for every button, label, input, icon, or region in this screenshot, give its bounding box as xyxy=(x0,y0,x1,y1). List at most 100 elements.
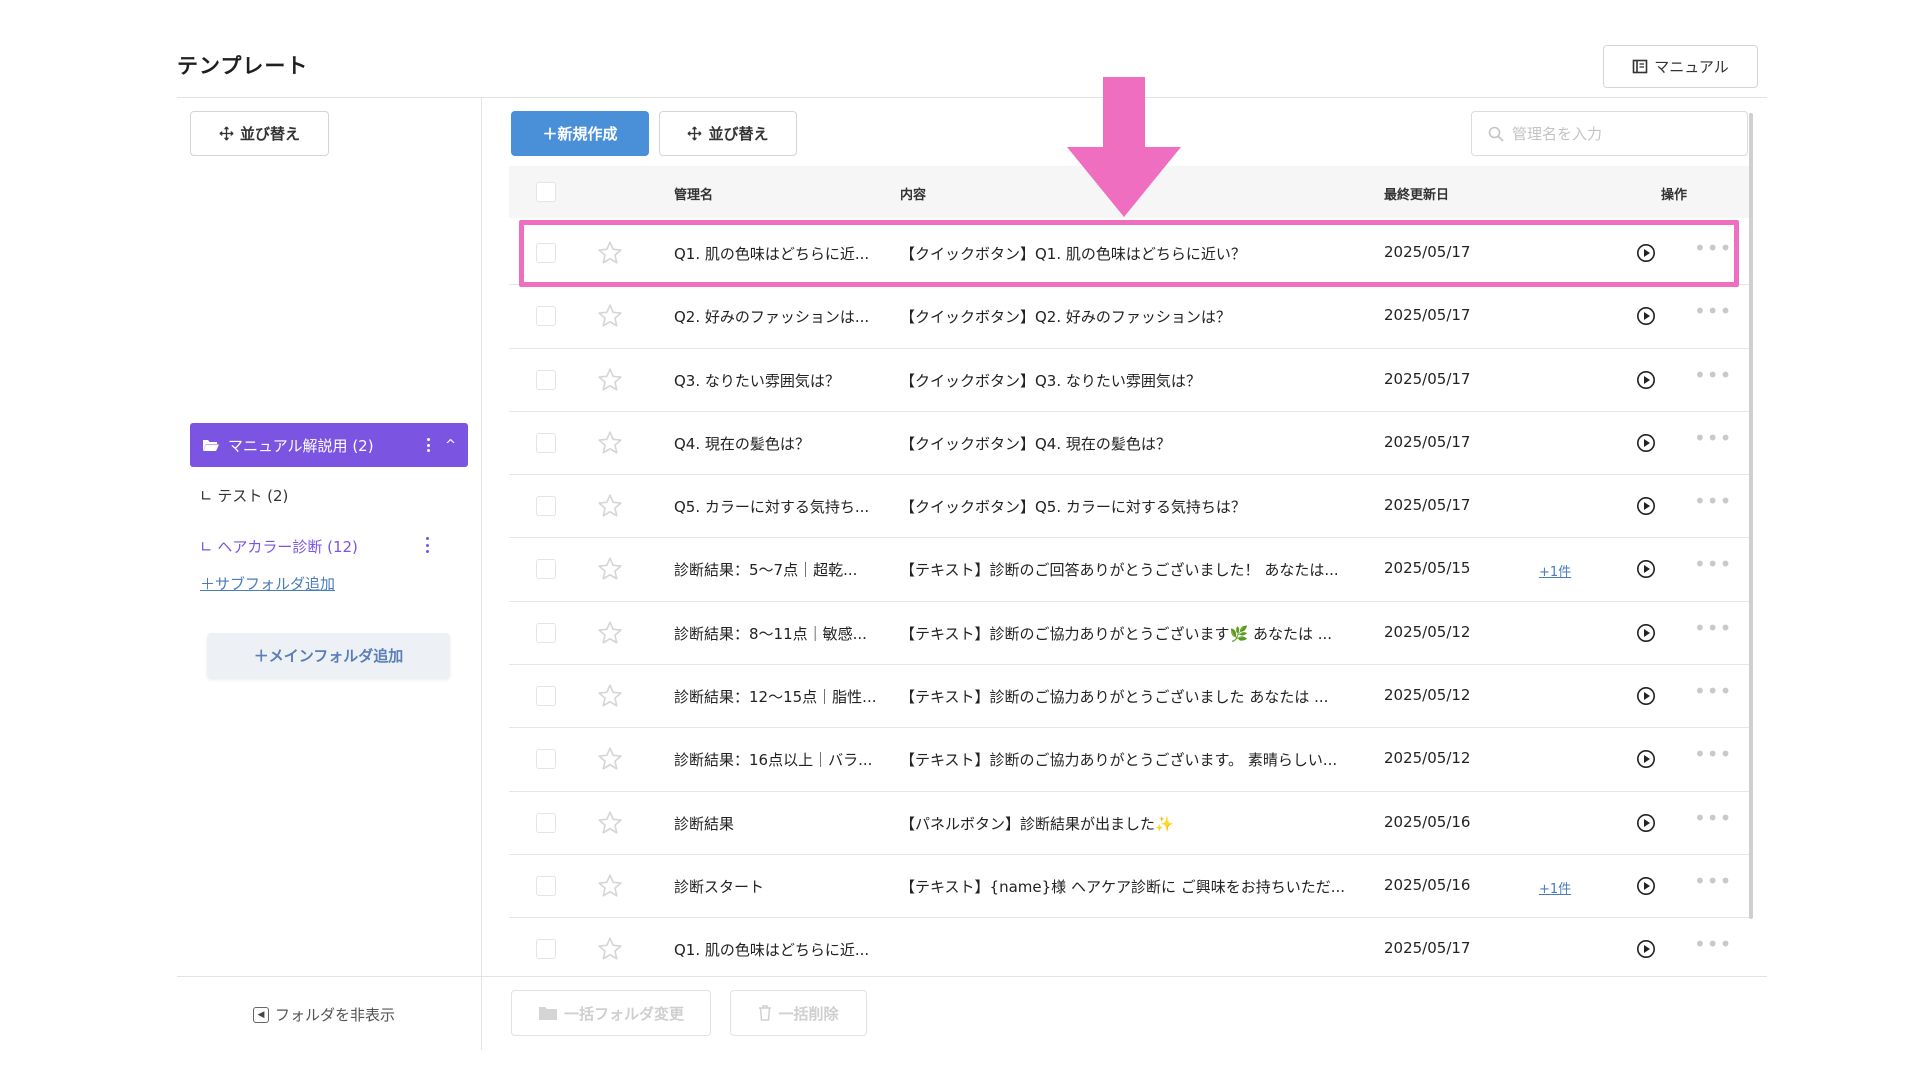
star-icon[interactable] xyxy=(597,556,623,582)
star-icon[interactable] xyxy=(597,430,623,456)
book-icon xyxy=(1632,59,1648,74)
row-date: 2025/05/12 xyxy=(1384,686,1471,705)
hide-folder-button[interactable]: ◀ フォルダを非表示 xyxy=(253,1004,395,1025)
row-checkbox[interactable] xyxy=(536,622,556,643)
table-row[interactable]: Q3. なりたい雰囲気は？ 【クイックボタン】Q3. なりたい雰囲気は？ 2025/… xyxy=(509,349,1749,412)
row-name: 診断結果：16点以上｜バラ... xyxy=(674,751,873,770)
star-icon[interactable] xyxy=(597,493,623,519)
star-icon[interactable] xyxy=(597,303,623,329)
search-icon xyxy=(1488,126,1504,142)
star-icon[interactable] xyxy=(597,620,623,646)
star-icon[interactable] xyxy=(597,873,623,899)
header-name[interactable]: 管理名 xyxy=(674,184,713,203)
more-icon[interactable]: ••• xyxy=(1694,489,1732,513)
more-icon[interactable]: ••• xyxy=(1694,679,1732,703)
play-circle-icon[interactable] xyxy=(1636,939,1656,959)
folder-manual-guide[interactable]: マニュアル解説用 (2) ^ xyxy=(190,423,468,467)
star-icon[interactable] xyxy=(597,240,623,266)
table-row[interactable]: 診断結果：12〜15点｜脂性... 【テキスト】診断のご協力ありがとうございました… xyxy=(509,665,1749,729)
subfolder-hair-color[interactable]: ∟ ヘアカラー診断 (12) xyxy=(200,536,358,557)
row-extra-link[interactable]: +1件 xyxy=(1539,561,1571,580)
star-icon[interactable] xyxy=(597,367,623,393)
row-checkbox[interactable] xyxy=(536,812,556,833)
move-icon xyxy=(219,126,234,141)
row-extra-link[interactable]: +1件 xyxy=(1539,878,1571,897)
select-all-checkbox[interactable] xyxy=(536,182,556,202)
search-input[interactable] xyxy=(1512,124,1732,143)
play-circle-icon[interactable] xyxy=(1636,433,1656,453)
more-icon[interactable]: ••• xyxy=(1694,806,1732,830)
bulk-folder-change-button[interactable]: 一括フォルダ変更 xyxy=(511,990,711,1036)
row-checkbox[interactable] xyxy=(536,243,556,263)
more-icon[interactable]: ••• xyxy=(1694,552,1732,576)
row-checkbox[interactable] xyxy=(536,306,556,327)
table-row[interactable]: 診断結果：16点以上｜バラ... 【テキスト】診断のご協力ありがとうございます。 … xyxy=(509,728,1749,792)
row-content: 【クイックボタン】Q3. なりたい雰囲気は？ xyxy=(900,371,1201,390)
new-template-button[interactable]: ＋新規作成 xyxy=(511,111,649,156)
table-row[interactable]: 診断結果：5〜7点｜超乾... 【テキスト】診断のご回答ありがとうございました！ … xyxy=(509,538,1749,602)
star-icon[interactable] xyxy=(597,936,623,962)
sidebar-divider xyxy=(481,97,482,1050)
template-sort-label: 並び替え xyxy=(708,125,769,143)
play-circle-icon[interactable] xyxy=(1636,686,1656,706)
row-date: 2025/05/16 xyxy=(1384,812,1471,831)
row-checkbox[interactable] xyxy=(536,875,556,896)
bulk-delete-label: 一括削除 xyxy=(778,1004,839,1023)
bulk-delete-button[interactable]: 一括削除 xyxy=(730,990,867,1036)
sidebar-sort-button[interactable]: 並び替え xyxy=(190,111,329,156)
row-checkbox[interactable] xyxy=(536,496,556,517)
table-row[interactable]: Q1. 肌の色味はどちらに近... 2025/05/17 ••• xyxy=(509,918,1749,981)
subfolder-menu-icon[interactable] xyxy=(424,536,430,554)
star-icon[interactable] xyxy=(597,683,623,709)
play-circle-icon[interactable] xyxy=(1636,559,1656,579)
more-icon[interactable]: ••• xyxy=(1694,869,1732,893)
table-scrollbar[interactable] xyxy=(1749,113,1753,919)
search-box[interactable] xyxy=(1471,111,1748,156)
folder-menu-icon[interactable] xyxy=(423,436,433,454)
row-checkbox[interactable] xyxy=(536,432,556,453)
more-icon[interactable]: ••• xyxy=(1694,742,1732,766)
more-icon[interactable]: ••• xyxy=(1694,236,1732,260)
table-row[interactable]: Q2. 好みのファッションは... 【クイックボタン】Q2. 好みのファッションは… xyxy=(509,285,1749,349)
more-icon[interactable]: ••• xyxy=(1694,616,1732,640)
row-content: 【テキスト】診断のご協力ありがとうございます。 素晴らしい... xyxy=(900,751,1338,770)
row-date: 2025/05/15 xyxy=(1384,559,1471,578)
template-sort-button[interactable]: 並び替え xyxy=(659,111,797,156)
row-checkbox[interactable] xyxy=(536,686,556,707)
add-subfolder-link[interactable]: ＋サブフォルダ追加 xyxy=(200,573,335,594)
row-date: 2025/05/17 xyxy=(1384,939,1471,958)
more-icon[interactable]: ••• xyxy=(1694,426,1732,450)
row-name: 診断結果：8〜11点｜敏感... xyxy=(674,624,867,643)
header-updated[interactable]: 最終更新日 xyxy=(1384,184,1449,203)
more-icon[interactable]: ••• xyxy=(1694,932,1732,956)
table-row[interactable]: Q1. 肌の色味はどちらに近... 【クイックボタン】Q1. 肌の色味はどちらに近… xyxy=(509,222,1749,286)
star-icon[interactable] xyxy=(597,746,623,772)
table-row[interactable]: 診断結果：8〜11点｜敏感... 【テキスト】診断のご協力ありがとうございます🌿 … xyxy=(509,602,1749,666)
row-checkbox[interactable] xyxy=(536,369,556,390)
play-circle-icon[interactable] xyxy=(1636,243,1656,263)
play-circle-icon[interactable] xyxy=(1636,876,1656,896)
table-row[interactable]: Q5. カラーに対する気持ち... 【クイックボタン】Q5. カラーに対する気持ち… xyxy=(509,475,1749,539)
add-main-folder-button[interactable]: ＋メインフォルダ追加 xyxy=(207,633,450,678)
play-circle-icon[interactable] xyxy=(1636,749,1656,769)
play-circle-icon[interactable] xyxy=(1636,370,1656,390)
more-icon[interactable]: ••• xyxy=(1694,363,1732,387)
row-date: 2025/05/17 xyxy=(1384,496,1471,515)
manual-button[interactable]: マニュアル xyxy=(1603,45,1758,88)
more-icon[interactable]: ••• xyxy=(1694,299,1732,323)
row-content: 【クイックボタン】Q5. カラーに対する気持ちは？ xyxy=(900,498,1246,517)
subfolder-test[interactable]: ∟ テスト (2) xyxy=(200,485,288,506)
table-row[interactable]: 診断結果 【パネルボタン】診断結果が出ました✨ 2025/05/16 ••• xyxy=(509,792,1749,855)
row-checkbox[interactable] xyxy=(536,939,556,960)
play-circle-icon[interactable] xyxy=(1636,306,1656,326)
chevron-up-icon[interactable]: ^ xyxy=(445,438,456,453)
play-circle-icon[interactable] xyxy=(1636,813,1656,833)
play-circle-icon[interactable] xyxy=(1636,496,1656,516)
table-row[interactable]: Q4. 現在の髪色は？ 【クイックボタン】Q4. 現在の髪色は？ 2025/05/1… xyxy=(509,412,1749,476)
header-content: 内容 xyxy=(900,188,927,203)
row-checkbox[interactable] xyxy=(536,749,556,770)
table-row[interactable]: 診断スタート 【テキスト】{name}様 ヘアケア診断に ご興味をお持ちいただ..… xyxy=(509,855,1749,919)
star-icon[interactable] xyxy=(597,810,623,836)
play-circle-icon[interactable] xyxy=(1636,623,1656,643)
row-checkbox[interactable] xyxy=(536,559,556,580)
